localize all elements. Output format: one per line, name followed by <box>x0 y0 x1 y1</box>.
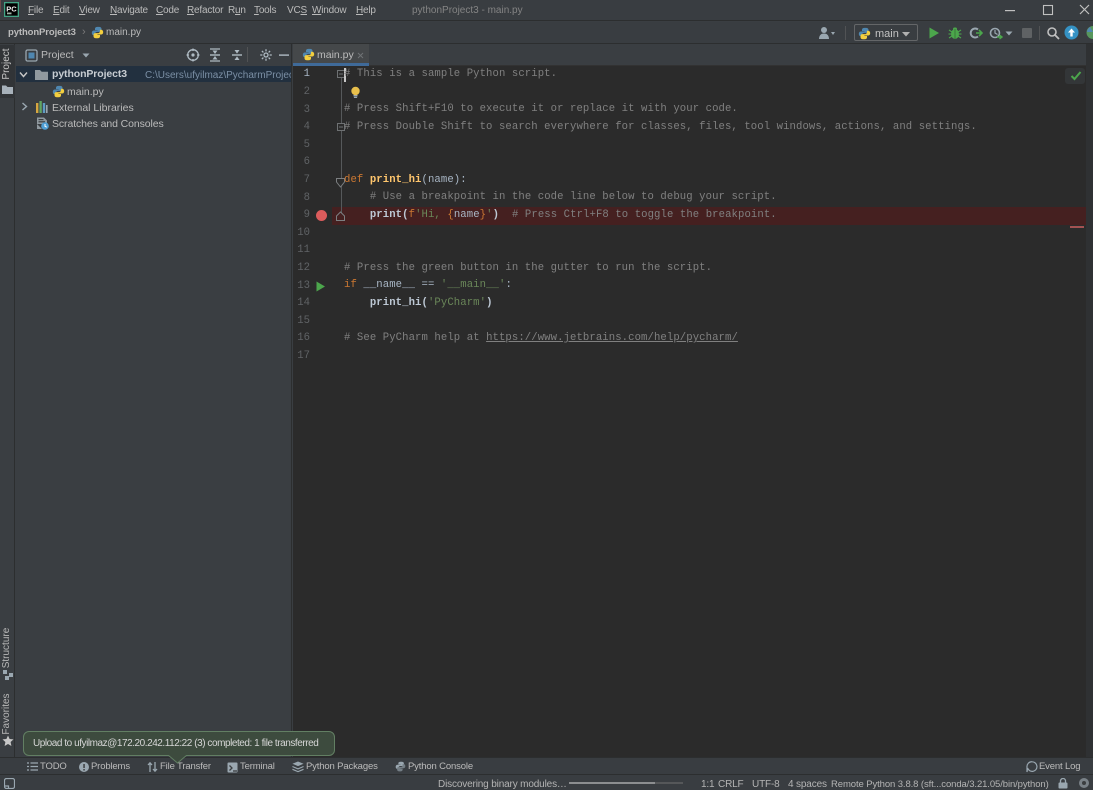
svg-text:PC: PC <box>6 5 17 14</box>
